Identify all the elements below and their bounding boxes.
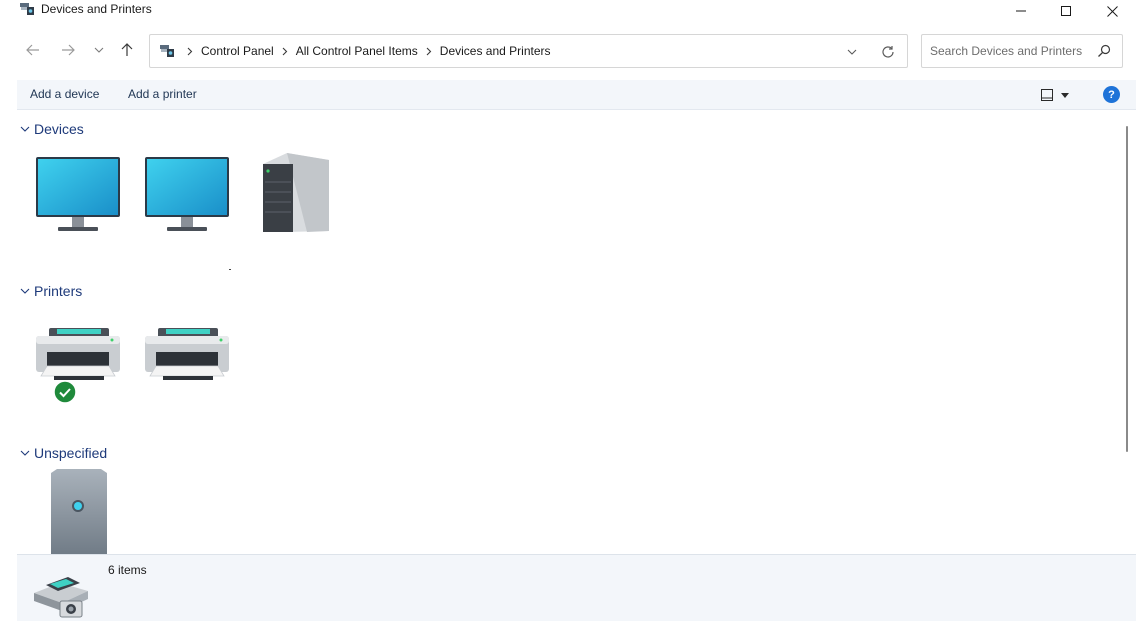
chevron-down-icon [847,49,857,55]
breadcrumb-control-panel[interactable]: Control Panel [199,44,276,58]
address-history-button[interactable] [844,44,860,60]
refresh-icon [882,46,894,58]
refresh-button[interactable] [879,43,897,61]
group-title-devices: Devices [34,121,84,137]
details-pane: 6 items [17,554,1136,621]
add-device-button[interactable]: Add a device [30,87,99,101]
back-button[interactable] [22,39,44,61]
forward-button[interactable] [57,39,79,61]
caret-down-icon [1061,92,1069,98]
chevron-down-icon[interactable] [18,284,32,298]
vertical-scrollbar[interactable] [1118,110,1136,554]
group-title-printers: Printers [34,283,83,299]
breadcrumb-all-control-panel-items[interactable]: All Control Panel Items [294,44,420,58]
printer-tile-default[interactable] [29,320,129,410]
monitor-icon [36,157,120,231]
devices-view: Devices Printers Unspecified [17,110,1118,554]
arrow-right-icon [62,44,75,56]
add-printer-button[interactable]: Add a printer [128,87,197,101]
arrow-left-icon [26,44,39,56]
printer-icon [36,328,120,380]
devices-and-printers-icon [159,44,175,58]
address-bar[interactable]: Control Panel All Control Panel Items De… [149,34,908,68]
close-button[interactable] [1089,0,1135,22]
printer-tile[interactable] [138,320,238,410]
default-check-icon [53,380,77,404]
chevron-down-icon [94,47,104,53]
navigation-bar: Control Panel All Control Panel Items De… [0,22,1136,80]
devices-and-printers-icon [30,571,90,621]
unspecified-device-tile[interactable] [29,465,129,554]
change-view-button[interactable] [1041,86,1079,104]
help-button[interactable]: ? [1103,86,1120,103]
recent-locations-button[interactable] [88,39,110,61]
chevron-down-icon[interactable] [18,446,32,460]
scrollbar-thumb[interactable] [1126,126,1128,452]
command-bar: Add a device Add a printer ? [17,80,1136,110]
up-button[interactable] [116,39,138,61]
group-header-devices[interactable]: Devices [17,119,84,139]
minimize-icon [1016,10,1026,12]
monitor-icon [145,157,229,231]
device-tile[interactable] [247,152,347,242]
chevron-right-icon[interactable] [422,45,436,57]
group-header-printers[interactable]: Printers [17,281,82,301]
breadcrumb: Control Panel All Control Panel Items De… [181,44,553,58]
device-tile[interactable] [29,152,129,242]
maximize-icon [1061,6,1071,16]
view-icon [1041,89,1053,101]
item-count: 6 items [108,563,147,577]
close-icon [1106,5,1118,17]
generic-device-icon [51,469,107,554]
search-box[interactable] [921,34,1123,68]
printer-icon [145,328,229,380]
maximize-button[interactable] [1043,0,1089,22]
chevron-right-icon[interactable] [183,45,197,57]
window-title: Devices and Printers [41,2,152,16]
group-header-unspecified[interactable]: Unspecified [17,443,107,463]
device-tile[interactable] [138,152,238,242]
arrow-up-icon [121,43,133,56]
search-icon[interactable] [1096,43,1112,59]
chevron-down-icon[interactable] [18,122,32,136]
computer-tower-icon [263,153,329,232]
search-input[interactable] [930,42,1090,60]
breadcrumb-devices-and-printers[interactable]: Devices and Printers [438,44,553,58]
chevron-right-icon[interactable] [278,45,292,57]
devices-and-printers-icon [19,2,35,16]
group-title-unspecified: Unspecified [34,445,108,461]
title-bar: Devices and Printers [0,0,1136,22]
minimize-button[interactable] [998,0,1044,22]
separator-mark [229,269,231,270]
